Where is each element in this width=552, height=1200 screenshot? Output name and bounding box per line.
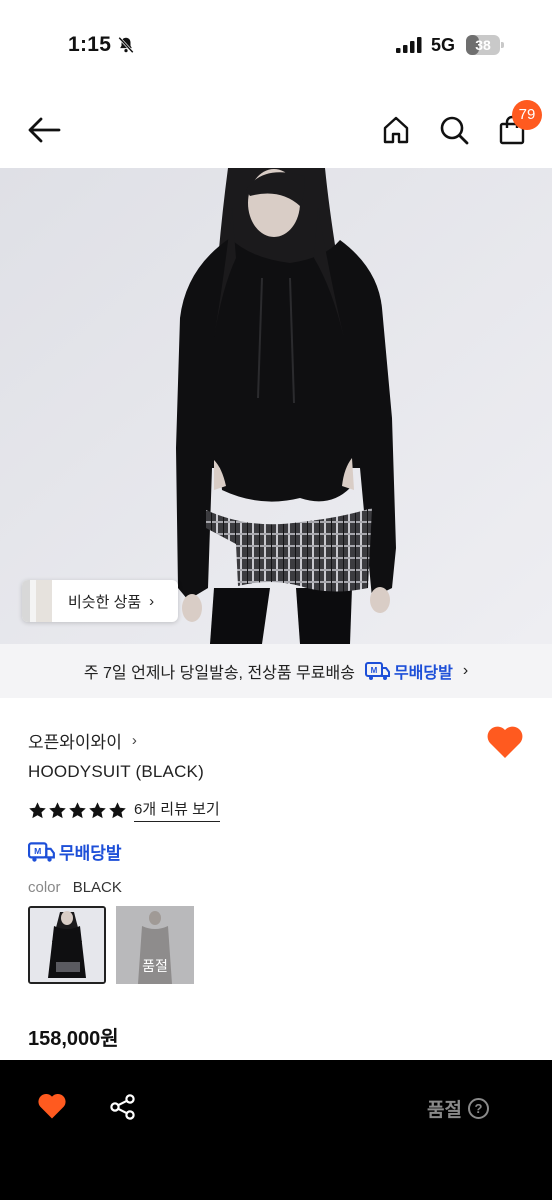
free-shipping-logo: M 무배당발 [364,659,453,683]
rating-row: 6개 리뷰 보기 [28,798,220,822]
color-swatch-black[interactable] [28,906,106,984]
free-shipping-label: 무배당발 [59,844,122,863]
model-photo [0,168,552,644]
signal-icon [396,37,422,53]
free-shipping-label: 무배당발 [393,665,453,682]
rating-stars [28,801,128,820]
brand-link[interactable]: 오픈와이와이 › [28,728,137,753]
review-link[interactable]: 6개 리뷰 보기 [134,798,220,822]
star-icon [69,801,86,818]
search-icon [440,116,469,145]
cart-button[interactable]: 79 [492,100,542,150]
chevron-right-icon: › [131,732,137,749]
similar-products-button[interactable]: 비슷한 상품 › [22,580,178,622]
help-icon[interactable]: ? [467,1098,489,1119]
bell-off-icon [118,36,134,54]
shipping-banner-text: 주 7일 언제나 당일발송, 전상품 무료배송 [83,665,355,682]
color-row: color BLACK [28,879,122,896]
cart-count-badge: 79 [512,100,542,130]
product-image[interactable]: 비슷한 상품 › [0,168,552,644]
wishlist-heart-icon[interactable] [486,724,524,760]
soldout-text: 품절 [427,1100,462,1121]
svg-text:M: M [371,666,378,675]
status-time: 1:15 [68,33,112,56]
heart-icon[interactable] [37,1092,67,1120]
swatch-thumbnail [30,908,104,982]
home-button[interactable] [376,110,416,150]
similar-products-label: 비슷한 상품 [68,593,142,611]
back-button[interactable] [24,110,64,150]
star-icon [109,801,126,818]
bottom-action-bar: 품절 ? [0,1060,552,1200]
free-shipping-badge: M 무배당발 [28,839,122,864]
top-nav: 79 [0,90,552,168]
soldout-label: 품절 [142,958,168,974]
delivery-truck-icon: M [364,662,390,680]
back-arrow-icon [28,117,61,143]
star-icon [89,801,106,818]
star-icon [29,801,46,818]
product-price: 158,000원 [28,1028,119,1050]
delivery-truck-icon: M [28,841,55,862]
color-value: BLACK [72,879,122,896]
status-bar: 1:15 5G 38 [0,0,552,90]
shipping-banner[interactable]: 주 7일 언제나 당일발송, 전상품 무료배송 M 무배당발 › [0,644,552,698]
color-swatch-soldout[interactable]: 품절 [116,906,194,984]
share-icon[interactable] [109,1093,137,1121]
chevron-right-icon: › [149,592,155,610]
product-name: HOODYSUIT (BLACK) [28,762,204,781]
network-label: 5G [431,35,456,55]
soldout-status: 품절 ? [427,1095,489,1122]
svg-text:M: M [34,846,41,856]
star-icon [49,801,66,818]
home-icon [383,116,409,144]
search-button[interactable] [434,110,474,150]
battery-level: 38 [475,37,491,53]
brand-name: 오픈와이와이 [28,733,122,752]
chevron-right-icon: › [462,662,469,679]
similar-thumbnails [22,580,52,622]
color-label: color [28,879,61,896]
battery-icon: 38 [466,35,504,55]
